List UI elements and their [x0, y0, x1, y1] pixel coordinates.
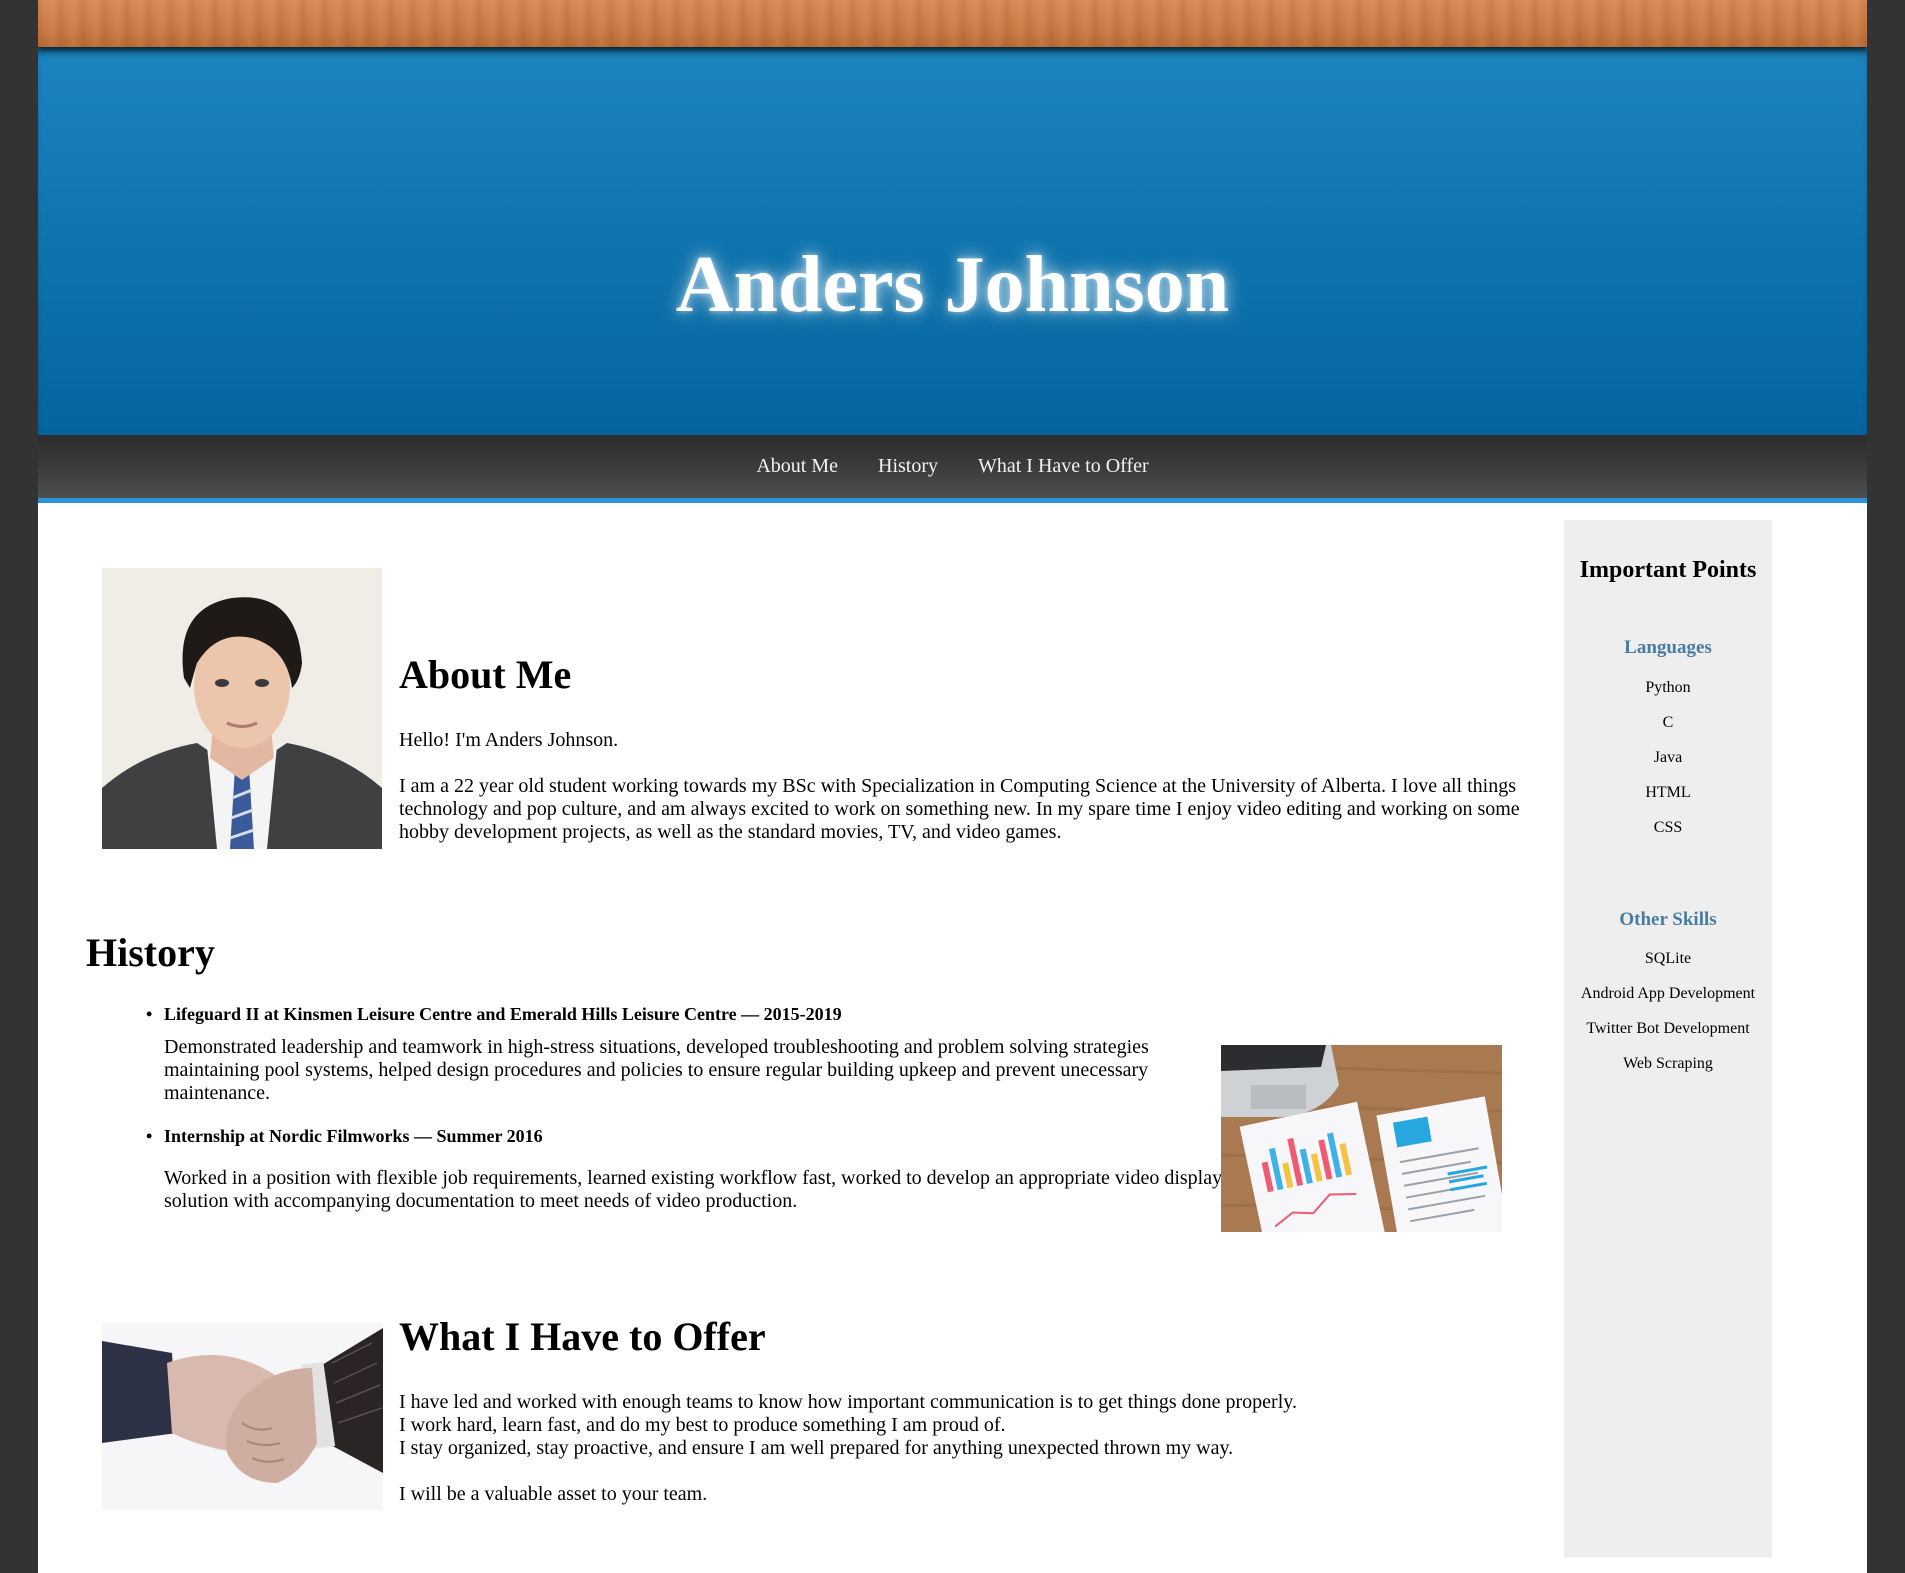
- sidebar-skill-item: Android App Development: [1580, 985, 1756, 1003]
- sidebar-language-item: Java: [1653, 748, 1683, 766]
- sidebar-skill-item: Web Scraping: [1623, 1055, 1713, 1073]
- offer-heading: What I Have to Offer: [399, 1314, 766, 1359]
- portrait-photo: [102, 568, 382, 849]
- sidebar-other-skills-list: SQLite Android App Development Twitter B…: [1564, 941, 1772, 1081]
- handshake-photo: [102, 1323, 383, 1510]
- analytics-paperwork-photo: [1221, 1045, 1502, 1232]
- sidebar-title: Important Points: [1579, 557, 1757, 583]
- sidebar-skill-item: Twitter Bot Development: [1586, 1020, 1750, 1038]
- sidebar-other-skills-heading: Other Skills: [1619, 908, 1717, 930]
- history-job-description: Worked in a position with flexible job r…: [164, 1167, 1223, 1212]
- history-job-title: Internship at Nordic Filmworks — Summer …: [126, 1124, 1204, 1148]
- history-item: Lifeguard II at Kinsmen Leisure Centre a…: [126, 1002, 1226, 1105]
- page: Anders Johnson About Me History What I H…: [38, 0, 1867, 1573]
- sidebar-language-item: C: [1662, 713, 1674, 731]
- nav-link-what-i-have-to-offer[interactable]: What I Have to Offer: [978, 435, 1149, 498]
- wood-texture-header: [38, 0, 1867, 47]
- site-banner: Anders Johnson: [38, 47, 1867, 435]
- sidebar-languages-heading: Languages: [1624, 636, 1712, 658]
- about-greeting: Hello! I'm Anders Johnson.: [399, 729, 619, 751]
- sidebar-languages-list: Python C Java HTML CSS: [1564, 670, 1772, 845]
- sidebar-skill-item: SQLite: [1644, 950, 1692, 968]
- sidebar-language-item: HTML: [1645, 783, 1691, 801]
- history-list: Lifeguard II at Kinsmen Leisure Centre a…: [126, 1002, 1226, 1213]
- main-nav: About Me History What I Have to Offer: [38, 435, 1867, 503]
- about-heading: About Me: [399, 652, 572, 697]
- nav-link-about-me[interactable]: About Me: [756, 435, 838, 498]
- important-points-sidebar: Important Points Languages Python C Java…: [1564, 520, 1772, 1557]
- about-bio: I am a 22 year old student working towar…: [399, 775, 1520, 843]
- site-title: Anders Johnson: [675, 241, 1230, 329]
- offer-line: I have led and worked with enough teams …: [399, 1391, 1297, 1413]
- history-heading: History: [86, 930, 215, 975]
- sidebar-language-item: CSS: [1653, 818, 1683, 836]
- offer-line: I work hard, learn fast, and do my best …: [399, 1414, 1006, 1436]
- nav-link-history[interactable]: History: [878, 435, 938, 498]
- history-job-description: Demonstrated leadership and teamwork in …: [164, 1036, 1149, 1104]
- sidebar-language-item: Python: [1645, 678, 1691, 696]
- history-item: Internship at Nordic Filmworks — Summer …: [126, 1124, 1226, 1213]
- history-job-title: Lifeguard II at Kinsmen Leisure Centre a…: [126, 1002, 1204, 1026]
- offer-closing: I will be a valuable asset to your team.: [399, 1483, 708, 1505]
- offer-line: I stay organized, stay proactive, and en…: [399, 1437, 1234, 1459]
